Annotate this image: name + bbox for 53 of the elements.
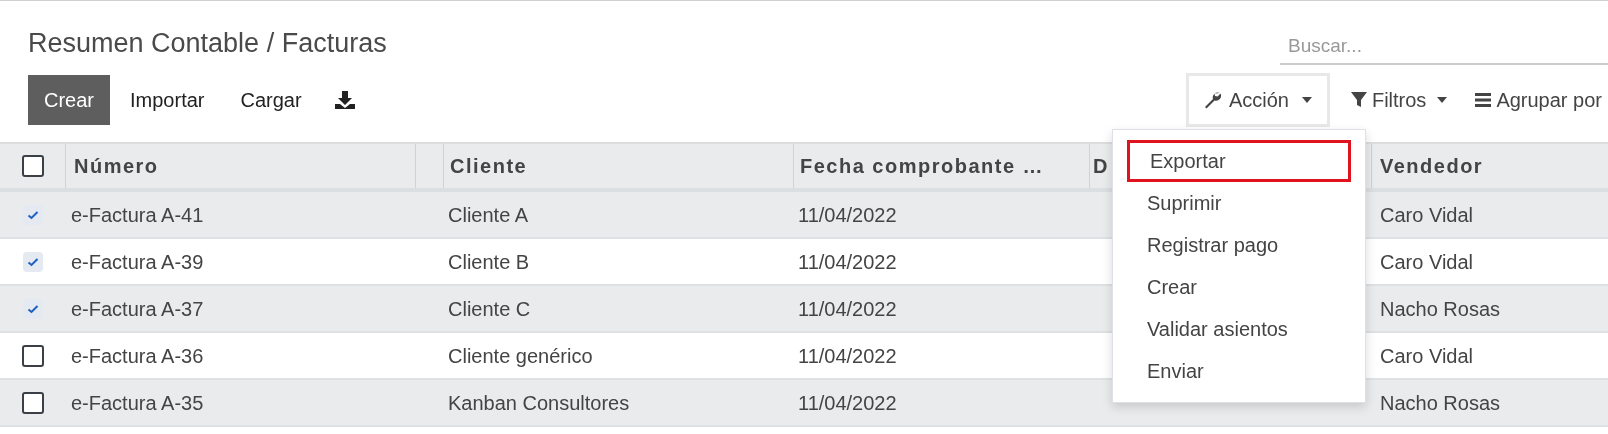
menu-item[interactable]: Validar asientos (1127, 308, 1351, 350)
table-cell-text: Nacho Rosas (1379, 390, 1502, 416)
table-cell-text: e-Factura A-35 (70, 390, 205, 416)
table-cell-text: Cliente C (447, 296, 532, 322)
table-cell-text: Kanban Consultores (447, 390, 631, 416)
menu-item[interactable]: Enviar (1127, 350, 1351, 392)
menu-icon (1474, 92, 1493, 108)
table-cell-text: e-Factura A-39 (70, 249, 205, 275)
table-cell-text: 11/04/2022 (797, 249, 898, 275)
action-dropdown[interactable]: Acción (1185, 73, 1330, 127)
table-cell-text: 11/04/2022 (797, 296, 898, 322)
table-cell-text: Caro Vidal (1379, 249, 1475, 275)
table-cell-text: e-Factura A-37 (70, 296, 205, 322)
import-button[interactable]: Importar (114, 75, 221, 125)
search-field[interactable]: Buscar... (1280, 29, 1608, 65)
table-cell-text: e-Factura A-41 (70, 202, 205, 228)
checkbox[interactable] (23, 251, 43, 272)
checkbox[interactable] (22, 344, 44, 367)
checkbox[interactable] (21, 155, 44, 177)
table-cell-text: e-Factura A-36 (70, 343, 205, 369)
table-cell-text: Caro Vidal (1379, 343, 1475, 369)
table-cell-text: 11/04/2022 (797, 202, 898, 228)
create-button[interactable]: Crear (28, 75, 110, 125)
column-header[interactable]: Fecha comprobante … (800, 151, 1045, 181)
menu-item[interactable]: Registrar pago (1127, 224, 1351, 266)
check-icon (27, 209, 39, 220)
column-header[interactable]: D (1093, 151, 1109, 181)
table-cell-text: 11/04/2022 (797, 343, 898, 369)
check-icon (27, 256, 39, 267)
filters-dropdown[interactable]: Filtros (1339, 73, 1459, 127)
breadcrumb: Resumen Contable / Facturas (28, 27, 387, 60)
menu-item[interactable]: Suprimir (1127, 182, 1351, 224)
table-cell-text: Cliente A (447, 202, 530, 228)
column-header[interactable]: Vendedor (1380, 151, 1484, 181)
download-icon (333, 90, 356, 110)
group-by-dropdown[interactable]: Agrupar por (1468, 73, 1602, 127)
checkbox[interactable] (23, 204, 43, 225)
caret-icon (1300, 96, 1313, 104)
table-cell-text: Nacho Rosas (1379, 296, 1502, 322)
column-header[interactable]: Cliente (450, 151, 528, 181)
table-cell-text: Cliente B (447, 249, 531, 275)
upload-button[interactable]: Cargar (224, 75, 318, 125)
column-header[interactable]: Número (74, 151, 159, 181)
table-cell-text: Caro Vidal (1379, 202, 1475, 228)
caret-icon (1436, 96, 1449, 104)
menu-item[interactable]: Crear (1127, 266, 1351, 308)
table-cell-text: 11/04/2022 (797, 390, 898, 416)
filter-icon (1349, 91, 1368, 109)
menu-item[interactable]: Exportar (1127, 140, 1351, 182)
check-icon (27, 303, 39, 314)
table-cell-text: Cliente genérico (447, 343, 594, 369)
checkbox[interactable] (22, 391, 44, 414)
checkbox[interactable] (23, 298, 43, 319)
